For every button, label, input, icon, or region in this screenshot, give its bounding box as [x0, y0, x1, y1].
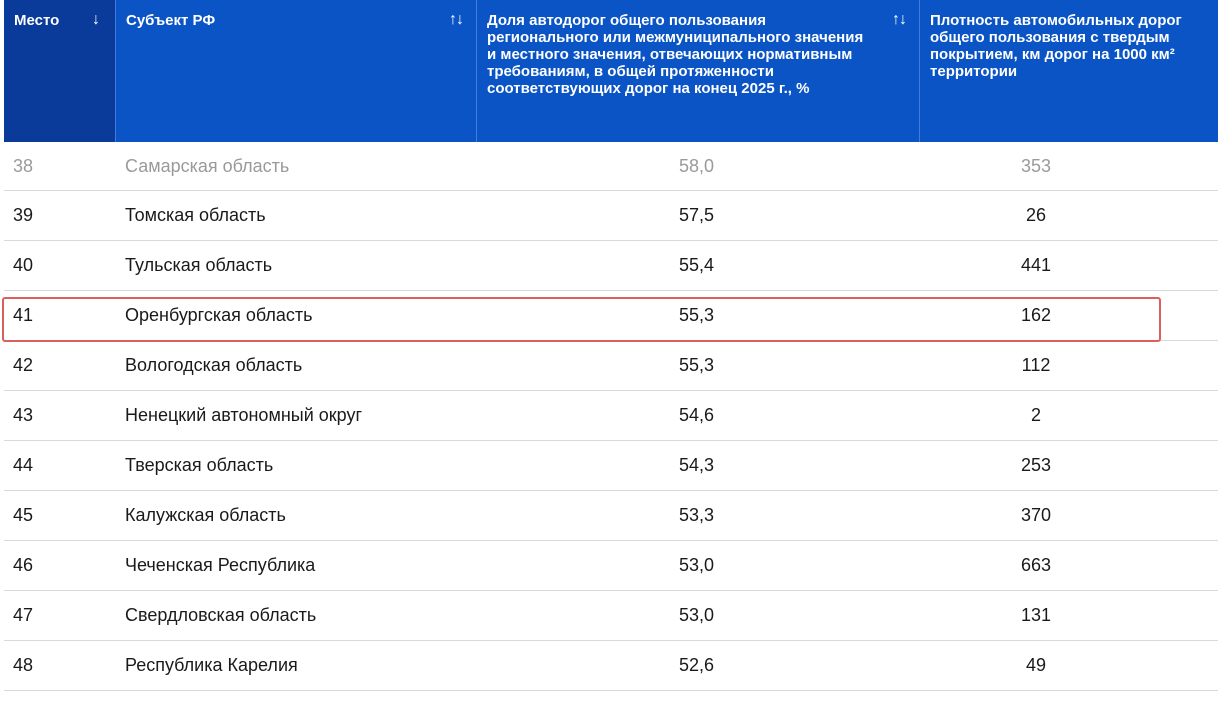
density-cell: 370 — [1020, 505, 1052, 525]
rank-cell: 38 — [13, 155, 34, 176]
table-row: 45 Калужская область 53,3 370 — [4, 491, 1218, 541]
column-header-rank[interactable]: Место ↓ — [4, 0, 115, 142]
column-header-region-label: Субъект РФ — [126, 12, 216, 29]
density-cell: 663 — [1020, 555, 1052, 575]
rank-cell: 43 — [13, 405, 34, 425]
rank-cell: 39 — [13, 205, 34, 225]
column-header-density: Плотность автомобильных дорог общего пол… — [919, 0, 1218, 142]
share-cell: 55,3 — [678, 305, 715, 325]
table-row: 39 Томская область 57,5 26 — [4, 191, 1218, 241]
share-cell: 53,0 — [678, 555, 715, 575]
table-header: Место ↓ Субъект РФ ↑↓ Доля автодорог общ… — [4, 0, 1218, 142]
share-cell: 58,0 — [678, 155, 715, 176]
table-row: 48 Республика Карелия 52,6 49 — [4, 641, 1218, 691]
table-row: 42 Вологодская область 55,3 112 — [4, 341, 1218, 391]
rank-cell: 40 — [13, 255, 34, 275]
share-cell: 53,3 — [678, 505, 715, 525]
share-cell: 55,3 — [678, 355, 715, 375]
density-cell: 353 — [1020, 155, 1052, 176]
rank-cell: 48 — [13, 655, 34, 675]
rank-cell: 41 — [13, 305, 34, 325]
region-cell: Свердловская область — [125, 605, 317, 625]
density-cell: 112 — [1021, 355, 1051, 375]
column-header-share[interactable]: Доля автодорог общего пользования регион… — [476, 0, 919, 142]
density-cell: 49 — [1025, 655, 1047, 675]
column-header-share-label: Доля автодорог общего пользования регион… — [487, 12, 864, 97]
sort-toggle-icon[interactable]: ↑↓ — [892, 11, 907, 28]
sort-desc-icon[interactable]: ↓ — [92, 11, 100, 28]
ranking-table: Место ↓ Субъект РФ ↑↓ Доля автодорог общ… — [4, 0, 1218, 691]
rank-cell: 46 — [13, 555, 34, 575]
density-cell: 131 — [1020, 605, 1052, 625]
share-cell: 57,5 — [678, 205, 715, 225]
region-cell: Калужская область — [125, 505, 286, 525]
table-row: 46 Чеченская Республика 53,0 663 — [4, 541, 1218, 591]
region-cell: Чеченская Республика — [125, 555, 316, 575]
sort-toggle-icon[interactable]: ↑↓ — [449, 11, 464, 28]
share-cell: 54,6 — [678, 405, 715, 425]
region-cell: Томская область — [125, 205, 266, 225]
table-row: 44 Тверская область 54,3 253 — [4, 441, 1218, 491]
share-cell: 52,6 — [678, 655, 715, 675]
table-row: 38 Самарская область 58,0 353 — [4, 142, 1218, 191]
share-cell: 53,0 — [678, 605, 715, 625]
region-cell: Тверская область — [125, 455, 274, 475]
rank-cell: 47 — [13, 605, 34, 625]
density-cell: 2 — [1030, 405, 1041, 425]
region-cell: Ненецкий автономный округ — [125, 405, 363, 425]
density-cell: 26 — [1025, 205, 1047, 225]
table-row-highlighted: 41 Оренбургская область 55,3 162 — [4, 291, 1218, 341]
density-cell: 441 — [1020, 255, 1052, 275]
region-cell: Самарская область — [125, 155, 290, 176]
region-cell: Республика Карелия — [125, 655, 298, 675]
table-row: 43 Ненецкий автономный округ 54,6 2 — [4, 391, 1218, 441]
rank-cell: 45 — [13, 505, 34, 525]
column-header-density-label: Плотность автомобильных дорог общего пол… — [930, 12, 1182, 80]
rank-cell: 44 — [13, 455, 34, 475]
table-row: 47 Свердловская область 53,0 131 — [4, 591, 1218, 641]
density-cell: 162 — [1020, 305, 1052, 325]
rank-cell: 42 — [13, 355, 34, 375]
region-cell: Оренбургская область — [125, 305, 313, 325]
share-cell: 54,3 — [678, 455, 715, 475]
table-row: 40 Тульская область 55,4 441 — [4, 241, 1218, 291]
density-cell: 253 — [1020, 455, 1052, 475]
column-header-region[interactable]: Субъект РФ ↑↓ — [115, 0, 476, 142]
region-cell: Тульская область — [125, 255, 273, 275]
table-body: 38 Самарская область 58,0 353 39 Томская… — [4, 142, 1218, 691]
region-cell: Вологодская область — [125, 355, 303, 375]
share-cell: 55,4 — [678, 255, 715, 275]
